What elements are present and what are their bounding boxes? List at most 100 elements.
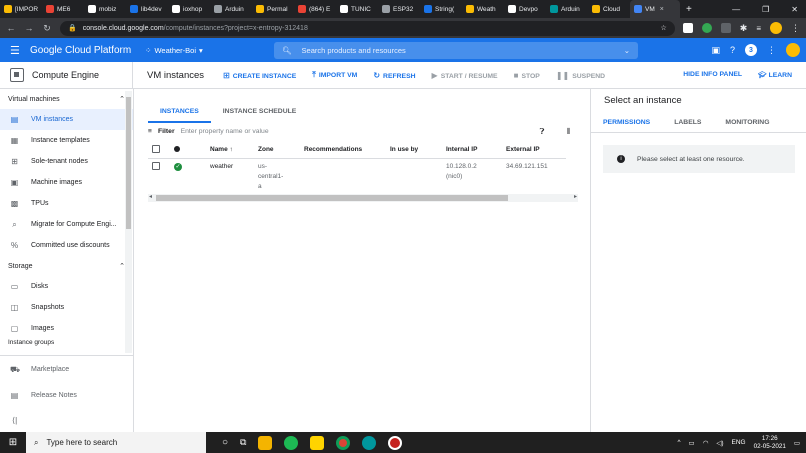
volume-icon[interactable]: ◁) [716, 439, 723, 447]
chrome-icon[interactable] [336, 435, 351, 450]
windows-start-icon[interactable]: ⊞ [0, 437, 26, 448]
select-all-checkbox[interactable] [152, 144, 160, 153]
more-vert-icon[interactable]: ⋮ [767, 45, 776, 56]
tab-monitoring[interactable]: MONITORING [713, 113, 781, 133]
search-input[interactable]: 🔍︎ Search products and resources ⌄ [274, 42, 638, 59]
file-explorer-icon[interactable] [258, 435, 273, 450]
browser-tab[interactable]: (864) E [294, 0, 336, 18]
arduino-icon[interactable] [362, 435, 377, 450]
taskbar-search-input[interactable]: ⌕ Type here to search [26, 432, 206, 453]
task-view-icon[interactable]: ⧉ [240, 437, 246, 448]
playlist-icon[interactable]: ≡ [756, 24, 761, 33]
nav-item-disks[interactable]: ▭ Disks [0, 276, 133, 297]
browser-tab[interactable]: ioxhop [168, 0, 210, 18]
stop-button[interactable]: ■ STOP [514, 71, 540, 80]
cloud-shell-icon[interactable]: ▣ [711, 45, 720, 56]
nav-item-instance-templates[interactable]: ▦ Instance templates [0, 130, 133, 151]
col-recommendations[interactable]: Recommendations [300, 142, 386, 159]
browser-tab[interactable]: Arduin [546, 0, 588, 18]
close-window-icon[interactable]: ✕ [791, 5, 798, 14]
scroll-left-icon[interactable]: ◂ [149, 193, 152, 200]
tab-permissions[interactable]: PERMISSIONS [591, 113, 662, 133]
help-icon[interactable]: ❓︎ [540, 127, 545, 137]
import-vm-button[interactable]: ⤒ IMPORT VM [312, 70, 357, 80]
browser-tab[interactable]: ME6 [42, 0, 84, 18]
refresh-button[interactable]: ↻ REFRESH [373, 71, 415, 80]
cortana-icon[interactable]: ○ [222, 437, 228, 448]
browser-tab[interactable]: Weath [462, 0, 504, 18]
browser-tab[interactable]: VM × [630, 0, 680, 18]
row-checkbox[interactable] [152, 161, 160, 170]
col-in-use-by[interactable]: In use by [386, 142, 442, 159]
table-hscrollbar[interactable]: ◂ ▸ [148, 194, 578, 202]
nav-item-migrate[interactable]: ⌕ Migrate for Compute Engi... [0, 214, 133, 235]
browser-tab[interactable]: [IMPOR [0, 0, 42, 18]
nav-item-sole-tenant[interactable]: ⊞ Sole-tenant nodes [0, 151, 133, 172]
create-instance-button[interactable]: ⊞ CREATE INSTANCE [223, 71, 296, 80]
nav-item-snapshots[interactable]: ◫ Snapshots [0, 297, 133, 318]
browser-tab[interactable]: ESP32 [378, 0, 420, 18]
reload-icon[interactable]: ↻ [42, 23, 52, 34]
profile-avatar[interactable] [770, 22, 782, 34]
col-external-ip[interactable]: External IP [502, 142, 566, 159]
chevron-down-icon[interactable]: ⌄ [624, 46, 630, 55]
menu-kebab-icon[interactable]: ⋮ [791, 23, 800, 34]
nav-section-storage[interactable]: Storage ⌃ [0, 256, 133, 276]
table-row[interactable]: ✓ weather us-central1- a 10.128.0.2 (nic0)… [148, 158, 566, 195]
col-name[interactable]: Name ↑ [206, 142, 254, 159]
nav-item-marketplace[interactable]: ⛟ Marketplace [0, 356, 133, 382]
browser-tab[interactable]: Cloud [588, 0, 630, 18]
tab-instance-schedule[interactable]: INSTANCE SCHEDULE [211, 102, 309, 123]
nav-section-instance-groups[interactable]: Instance groups [0, 339, 133, 347]
start-resume-button[interactable]: ▶ START / RESUME [432, 71, 498, 80]
nav-item-tpus[interactable]: ▩ TPUs [0, 193, 133, 214]
instance-external-ip[interactable]: 34.69.121.151 [502, 158, 566, 195]
browser-tab[interactable]: Permal [252, 0, 294, 18]
star-icon[interactable]: ☆ [661, 24, 667, 32]
language-indicator[interactable]: ENG [732, 439, 746, 446]
instance-name[interactable]: weather [206, 158, 254, 195]
tab-instances[interactable]: INSTANCES [148, 102, 211, 123]
nav-section-virtual-machines[interactable]: Virtual machines ⌃ [0, 89, 133, 109]
grammarly-icon[interactable] [701, 23, 712, 33]
hide-info-panel-button[interactable]: HIDE INFO PANEL [683, 71, 742, 79]
nav-scrollbar[interactable] [125, 91, 132, 353]
browser-tab[interactable]: lib4dev [126, 0, 168, 18]
record-icon[interactable] [388, 435, 403, 450]
spotify-icon[interactable] [284, 435, 299, 450]
wifi-icon[interactable]: ◠ [703, 439, 709, 447]
hamburger-menu-icon[interactable]: ☰ [10, 44, 26, 57]
back-icon[interactable]: ← [6, 23, 16, 33]
browser-tab[interactable]: Devpo [504, 0, 546, 18]
gcp-brand[interactable]: Google Cloud Platform [30, 45, 131, 56]
columns-icon[interactable]: ⦀ [566, 127, 570, 137]
filter-input[interactable]: Enter property name or value [181, 128, 269, 135]
clock[interactable]: 17:26 02-05-2021 [754, 435, 786, 451]
url-field[interactable]: 🔒 console.cloud.google.com/compute/insta… [60, 20, 675, 36]
sticky-notes-icon[interactable] [310, 435, 325, 450]
nav-item-machine-images[interactable]: ▣ Machine images [0, 172, 133, 193]
project-selector[interactable]: ⁘ Weather-Boi ▾ [145, 46, 203, 55]
notifications-badge[interactable]: 3 [745, 44, 757, 56]
browser-tab[interactable]: String( [420, 0, 462, 18]
browser-tab[interactable]: Arduin [210, 0, 252, 18]
scroll-right-icon[interactable]: ▸ [574, 193, 577, 200]
browser-tab[interactable]: mobiz [84, 0, 126, 18]
notification-icon[interactable]: ▭ [794, 439, 800, 447]
battery-icon[interactable]: ▭ [689, 439, 695, 447]
nav-item-release-notes[interactable]: ▤ Release Notes [0, 382, 133, 408]
tab-labels[interactable]: LABELS [662, 113, 713, 133]
col-zone[interactable]: Zone [254, 142, 300, 159]
browser-tab[interactable]: TUNIC [336, 0, 378, 18]
chevron-up-icon[interactable]: ^ [677, 439, 680, 446]
col-internal-ip[interactable]: Internal IP [442, 142, 502, 159]
nav-item-vm-instances[interactable]: ▤ VM instances [0, 109, 133, 130]
learn-button[interactable]: 🎓︎ LEARN [758, 71, 792, 79]
help-icon[interactable]: ? [730, 45, 735, 55]
minimize-icon[interactable]: — [732, 5, 740, 14]
nav-item-committed-use[interactable]: % Committed use discounts [0, 235, 133, 256]
new-tab-button[interactable]: + [680, 4, 698, 15]
extension-icon[interactable] [720, 23, 731, 33]
puzzle-icon[interactable]: ✱ [740, 23, 748, 34]
close-tab-icon[interactable]: × [660, 6, 664, 13]
